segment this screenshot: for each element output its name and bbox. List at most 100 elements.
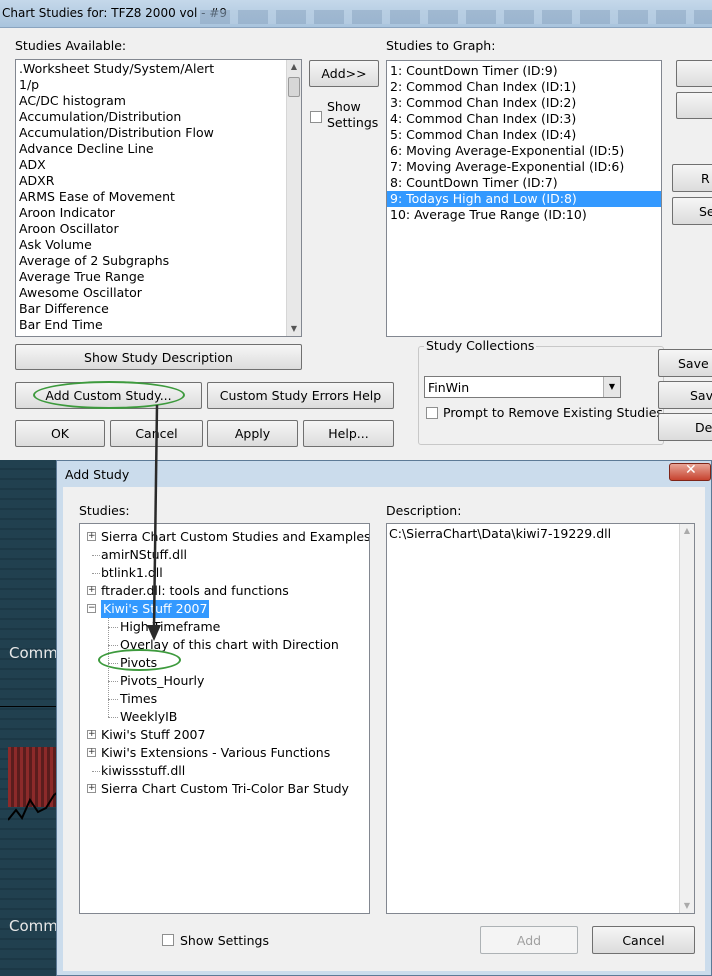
- studies-to-graph-list[interactable]: 1: CountDown Timer (ID:9) 2: Commod Chan …: [386, 60, 662, 337]
- tree-item[interactable]: − Kiwi's Stuff 2007: [80, 600, 369, 618]
- list-item[interactable]: ADXR: [16, 173, 286, 189]
- list-item[interactable]: ARMS Ease of Movement: [16, 189, 286, 205]
- show-settings-checkbox[interactable]: [162, 934, 174, 946]
- list-item[interactable]: Aroon Indicator: [16, 205, 286, 221]
- tree-item[interactable]: High Timeframe: [80, 618, 369, 636]
- chart-line: [8, 791, 58, 821]
- collapse-icon[interactable]: −: [87, 604, 96, 613]
- chevron-down-icon[interactable]: ▼: [603, 377, 620, 397]
- tree-item[interactable]: + Kiwi's Extensions - Various Functions: [80, 744, 369, 762]
- list-item[interactable]: Accumulation/Distribution Flow: [16, 125, 286, 141]
- prompt-remove-label: Prompt to Remove Existing Studies: [443, 405, 663, 420]
- expand-icon[interactable]: +: [87, 532, 96, 541]
- expand-icon[interactable]: +: [87, 784, 96, 793]
- tree-item[interactable]: amirNStuff.dll: [80, 546, 369, 564]
- list-item[interactable]: Bar End Time: [16, 317, 286, 333]
- chart-studies-dialog: Studies Available: .Worksheet Study/Syst…: [0, 28, 712, 460]
- list-item[interactable]: 7: Moving Average-Exponential (ID:6): [387, 159, 661, 175]
- list-item[interactable]: Bar Difference: [16, 301, 286, 317]
- add-study-button[interactable]: Add: [480, 926, 578, 954]
- list-item[interactable]: Awesome Oscillator: [16, 285, 286, 301]
- show-study-description-button[interactable]: Show Study Description: [15, 344, 302, 370]
- chart-grid-line: [0, 706, 58, 707]
- list-item[interactable]: 1: CountDown Timer (ID:9): [387, 63, 661, 79]
- studies-tree[interactable]: + Sierra Chart Custom Studies and Example…: [79, 523, 370, 914]
- list-item[interactable]: ADX: [16, 157, 286, 173]
- list-item[interactable]: Average of 2 Subgraphs: [16, 253, 286, 269]
- tree-item-label: Pivots_Hourly: [120, 673, 205, 688]
- list-item[interactable]: 10: Average True Range (ID:10): [387, 207, 661, 223]
- list-item[interactable]: Average True Range: [16, 269, 286, 285]
- show-settings-checkbox[interactable]: [310, 111, 322, 123]
- title-bar: Chart Studies for: TFZ8 2000 vol - #9: [0, 0, 712, 28]
- studies-available-label: Studies Available:: [15, 38, 127, 53]
- tree-item[interactable]: WeeklyIB: [80, 708, 369, 726]
- tree-connector: [92, 771, 100, 772]
- list-item[interactable]: 2: Commod Chan Index (ID:1): [387, 79, 661, 95]
- list-item[interactable]: 4: Commod Chan Index (ID:3): [387, 111, 661, 127]
- delete-collection-button[interactable]: De: [658, 413, 712, 441]
- right-button-2[interactable]: [676, 92, 712, 119]
- scroll-down-icon[interactable]: ▼: [287, 322, 301, 336]
- list-item[interactable]: 1/p: [16, 77, 286, 93]
- list-item[interactable]: Ask Volume: [16, 237, 286, 253]
- expand-icon[interactable]: +: [87, 730, 96, 739]
- list-item[interactable]: AC/DC histogram: [16, 93, 286, 109]
- add-study-cancel-button[interactable]: Cancel: [592, 926, 695, 954]
- tree-connector: [108, 645, 118, 646]
- tree-item[interactable]: Times: [80, 690, 369, 708]
- tree-connector: [108, 627, 118, 628]
- tree-item[interactable]: + ftrader.dll: tools and functions: [80, 582, 369, 600]
- right-button-1[interactable]: [676, 60, 712, 87]
- apply-button[interactable]: Apply: [207, 420, 298, 447]
- custom-study-errors-help-button[interactable]: Custom Study Errors Help: [207, 382, 394, 409]
- show-settings-label: Show Settings: [327, 99, 379, 130]
- list-item[interactable]: .Worksheet Study/System/Alert: [16, 61, 286, 77]
- help-button[interactable]: Help...: [303, 420, 394, 447]
- background-chart: Comm Comm: [0, 460, 58, 976]
- ok-button[interactable]: OK: [15, 420, 105, 447]
- list-item[interactable]: 5: Commod Chan Index (ID:4): [387, 127, 661, 143]
- prompt-remove-checkbox[interactable]: [426, 407, 438, 419]
- right-button-remove[interactable]: R: [672, 164, 712, 192]
- collection-select[interactable]: FinWin ▼: [424, 376, 621, 398]
- tree-item-label: Times: [120, 691, 158, 706]
- tree-item[interactable]: + Sierra Chart Custom Studies and Example…: [80, 528, 369, 546]
- list-item[interactable]: 3: Commod Chan Index (ID:2): [387, 95, 661, 111]
- right-button-settings[interactable]: Se: [672, 197, 712, 225]
- list-item[interactable]: 9: Todays High and Low (ID:8): [387, 191, 661, 207]
- tree-item-label: ftrader.dll: tools and functions: [101, 583, 289, 598]
- chart-label-1: Comm: [9, 644, 58, 662]
- list-item[interactable]: Accumulation/Distribution: [16, 109, 286, 125]
- list-item[interactable]: Advance Decline Line: [16, 141, 286, 157]
- tree-item[interactable]: btlink1.dll: [80, 564, 369, 582]
- tree-item[interactable]: Pivots_Hourly: [80, 672, 369, 690]
- tree-item[interactable]: + Kiwi's Stuff 2007: [80, 726, 369, 744]
- scroll-thumb[interactable]: [288, 77, 300, 97]
- add-button[interactable]: Add>>: [309, 60, 379, 87]
- list-item[interactable]: Aroon Oscillator: [16, 221, 286, 237]
- chart-label-2: Comm: [9, 917, 58, 935]
- connector-arrow: [147, 405, 161, 641]
- studies-available-scrollbar[interactable]: ▲ ▼: [286, 60, 301, 336]
- collection-value: FinWin: [428, 380, 470, 395]
- tree-item-label: Kiwi's Extensions - Various Functions: [101, 745, 331, 760]
- scroll-up-icon[interactable]: ▲: [287, 60, 301, 74]
- tree-item[interactable]: kiwissstuff.dll: [80, 762, 369, 780]
- pivots-highlight: [98, 649, 181, 671]
- description-label: Description:: [386, 503, 462, 518]
- tree-item-label: Sierra Chart Custom Tri-Color Bar Study: [101, 781, 349, 796]
- list-item[interactable]: 6: Moving Average-Exponential (ID:5): [387, 143, 661, 159]
- save-as-collection-button[interactable]: Sav: [658, 381, 712, 409]
- expand-icon[interactable]: +: [87, 748, 96, 757]
- studies-available-list[interactable]: .Worksheet Study/System/Alert 1/p AC/DC hi…: [15, 59, 302, 337]
- save-collection-button[interactable]: Save: [658, 349, 712, 377]
- description-scrollbar[interactable]: ▲ ▼: [679, 524, 694, 913]
- list-item[interactable]: 8: CountDown Timer (ID:7): [387, 175, 661, 191]
- close-button[interactable]: ✕: [669, 462, 711, 481]
- expand-icon[interactable]: +: [87, 586, 96, 595]
- tree-item[interactable]: + Sierra Chart Custom Tri-Color Bar Study: [80, 780, 369, 798]
- scroll-down-icon[interactable]: ▼: [680, 899, 694, 913]
- scroll-up-icon[interactable]: ▲: [680, 524, 694, 538]
- study-collections-label: Study Collections: [424, 338, 537, 353]
